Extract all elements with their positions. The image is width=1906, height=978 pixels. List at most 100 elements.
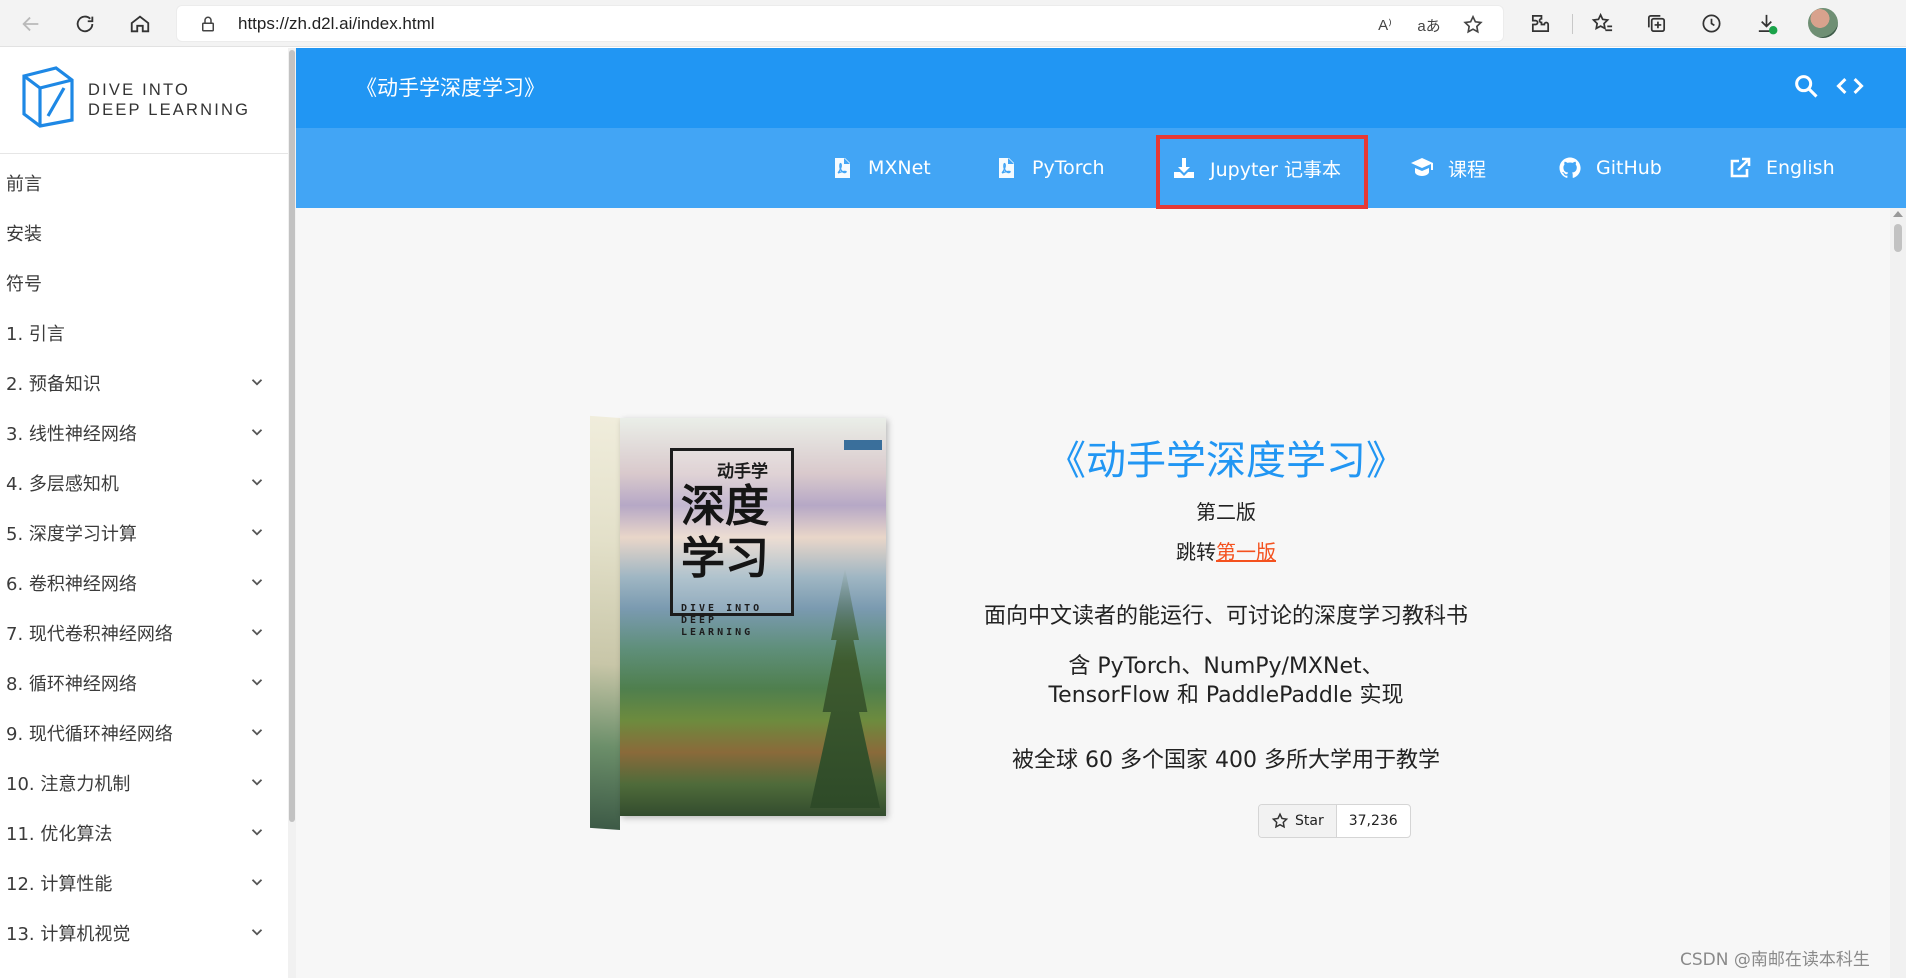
nav-link-label: 课程 <box>1448 158 1487 181</box>
arrow-left-icon <box>22 16 39 32</box>
toc-item-label: 符号 <box>6 274 42 295</box>
toc-item[interactable]: 13. 计算机视觉 <box>0 908 288 958</box>
d2l-logo-icon <box>22 66 74 128</box>
book-cover-image: 动手学 深度学习 DIVE INTO DEEP LEARNING <box>590 415 886 830</box>
first-edition-link[interactable]: 第一版 <box>1216 540 1276 564</box>
chevron-down-icon[interactable] <box>248 523 266 541</box>
address-bar[interactable]: https://zh.d2l.ai/index.html A⁾ aあ <box>176 5 1504 42</box>
chevron-down-icon[interactable] <box>248 373 266 391</box>
sidebar: DIVE INTO DEEP LEARNING 前言 安装 符号 1. 引言 2… <box>0 48 296 978</box>
book-title-en: DIVE INTO DEEP LEARNING <box>681 603 763 638</box>
adoption-line: 被全球 60 多个国家 400 多所大学用于教学 <box>1012 748 1440 773</box>
chevron-down-icon[interactable] <box>248 773 266 791</box>
toc-item[interactable]: 4. 多层感知机 <box>0 458 288 508</box>
header-title[interactable]: 《动手学深度学习》 <box>356 72 545 102</box>
nav-link-label: PyTorch <box>1032 157 1105 179</box>
chevron-down-icon[interactable] <box>248 823 266 841</box>
toc-item[interactable]: 5. 深度学习计算 <box>0 508 288 558</box>
home-button[interactable] <box>123 7 157 41</box>
toc-item[interactable]: 10. 注意力机制 <box>0 758 288 808</box>
jump-prefix: 跳转 <box>1176 540 1216 564</box>
page-scrollbar[interactable] <box>1890 208 1906 978</box>
scroll-up-arrow-icon[interactable] <box>1893 211 1903 217</box>
pdf-icon <box>835 158 850 178</box>
nav-link-label: GitHub <box>1596 157 1662 179</box>
teacher-icon <box>1411 158 1433 176</box>
star-count[interactable]: 37,236 <box>1337 805 1410 837</box>
toc-item-label: 2. 预备知识 <box>6 374 101 395</box>
extensions-button[interactable] <box>1526 9 1554 37</box>
chevron-down-icon[interactable] <box>248 623 266 641</box>
chevron-down-icon[interactable] <box>248 873 266 891</box>
toc-item[interactable]: 符号 <box>0 258 288 308</box>
book-front: 动手学 深度学习 DIVE INTO DEEP LEARNING <box>620 418 886 816</box>
refresh-button[interactable] <box>68 7 102 41</box>
chevron-down-icon[interactable] <box>248 423 266 441</box>
hero-title: 《动手学深度学习》 <box>1046 438 1406 484</box>
toc-item-label: 6. 卷积神经网络 <box>6 574 137 595</box>
add-favorite-button[interactable] <box>1461 13 1485 37</box>
chevron-down-icon[interactable] <box>248 473 266 491</box>
chevron-down-icon[interactable] <box>248 573 266 591</box>
edition-jump: 跳转第一版 <box>916 536 1536 565</box>
toc-item[interactable]: 前言 <box>0 158 288 208</box>
browser-window: https://zh.d2l.ai/index.html A⁾ aあ DIVE … <box>0 0 1906 978</box>
site-logo[interactable]: DIVE INTO DEEP LEARNING <box>20 66 280 146</box>
toc-item-label: 8. 循环神经网络 <box>6 674 137 695</box>
sidebar-scrollbar-thumb[interactable] <box>289 50 295 822</box>
page-scrollbar-thumb[interactable] <box>1894 224 1902 252</box>
back-button[interactable] <box>14 7 48 41</box>
chevron-down-icon[interactable] <box>248 923 266 941</box>
nav-link-label: MXNet <box>868 157 931 179</box>
browser-toolbar: https://zh.d2l.ai/index.html A⁾ aあ <box>0 0 1906 47</box>
chevron-down-icon[interactable] <box>248 673 266 691</box>
toc-item[interactable]: 6. 卷积神经网络 <box>0 558 288 608</box>
toc-item[interactable]: 2. 预备知识 <box>0 358 288 408</box>
star-plus-icon <box>1463 14 1483 34</box>
toc-item-label: 5. 深度学习计算 <box>6 524 137 545</box>
download-complete-icon <box>1758 14 1777 34</box>
chevron-down-icon[interactable] <box>248 723 266 741</box>
history-button[interactable] <box>1697 9 1725 37</box>
book-title-box: 动手学 深度学习 DIVE INTO DEEP LEARNING <box>670 448 794 638</box>
book-spine <box>590 415 620 830</box>
favorites-button[interactable] <box>1588 9 1616 37</box>
profile-avatar[interactable] <box>1808 8 1838 38</box>
table-of-contents: 前言 安装 符号 1. 引言 2. 预备知识 3. 线性神经网络 4. 多层感知… <box>0 158 288 958</box>
nav-link-mxnet-pdf[interactable]: MXNet <box>830 128 931 208</box>
toc-item[interactable]: 7. 现代卷积神经网络 <box>0 608 288 658</box>
toc-item[interactable]: 3. 线性神经网络 <box>0 408 288 458</box>
toc-item[interactable]: 11. 优化算法 <box>0 808 288 858</box>
url-text: https://zh.d2l.ai/index.html <box>238 14 435 33</box>
home-icon <box>130 15 150 33</box>
downloads-button[interactable] <box>1752 9 1780 37</box>
nav-link-courses[interactable]: 课程 <box>1410 128 1486 208</box>
nav-link-english[interactable]: English <box>1728 128 1835 208</box>
nav-link-pytorch-pdf[interactable]: PyTorch <box>994 128 1105 208</box>
toc-item[interactable]: 8. 循环神经网络 <box>0 658 288 708</box>
toc-item-label: 1. 引言 <box>6 324 65 345</box>
code-icon[interactable] <box>1835 72 1865 100</box>
search-icon[interactable] <box>1792 72 1820 100</box>
history-icon <box>1701 13 1721 33</box>
favorites-icon <box>1591 12 1612 31</box>
star-icon <box>1271 812 1289 829</box>
toc-item[interactable]: 12. 计算性能 <box>0 858 288 908</box>
logo-line-1: DIVE INTO <box>88 81 191 99</box>
toc-item-label: 13. 计算机视觉 <box>6 924 131 945</box>
read-aloud-icon[interactable]: A⁾ <box>1373 13 1397 37</box>
translate-icon[interactable]: aあ <box>1417 13 1441 37</box>
book-title: 深度学习 <box>681 481 769 584</box>
collections-icon <box>1647 14 1665 32</box>
nav-link-github[interactable]: GitHub <box>1558 128 1662 208</box>
star-button[interactable]: Star <box>1259 805 1337 837</box>
toc-item[interactable]: 安装 <box>0 208 288 258</box>
toc-item[interactable]: 1. 引言 <box>0 308 288 358</box>
toc-item-label: 7. 现代卷积神经网络 <box>6 624 173 645</box>
edition-label: 第二版 <box>1196 500 1256 524</box>
book-brand: 动手学 <box>717 462 768 482</box>
toc-item-label: 安装 <box>6 224 42 245</box>
toc-item[interactable]: 9. 现代循环神经网络 <box>0 708 288 758</box>
collections-button[interactable] <box>1642 9 1670 37</box>
pdf-icon <box>999 158 1014 178</box>
